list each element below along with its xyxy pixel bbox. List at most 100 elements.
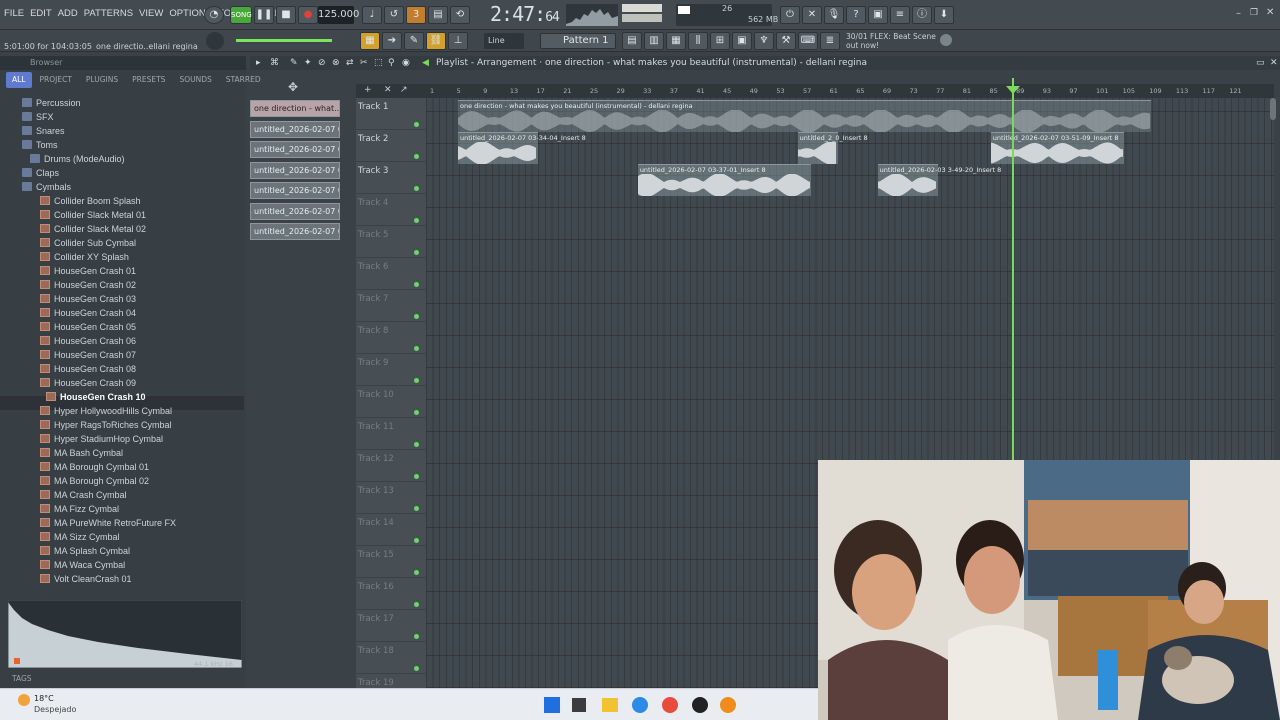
browser-folder[interactable]: Drums (ModeAudio) (30, 152, 125, 166)
track-header[interactable]: Track 9 (356, 354, 426, 386)
picker-clip[interactable]: one direction - what... (250, 100, 340, 117)
audio-clip[interactable]: untitled_2026-02-07 03-34-04_Insert 8 (458, 132, 586, 164)
menu-add[interactable]: ADD (58, 8, 78, 19)
track-mute-led[interactable] (414, 634, 419, 639)
playback-icon[interactable]: ◉ (402, 56, 410, 70)
main-pitch-slider[interactable] (236, 39, 332, 42)
browser-sample[interactable]: MA Borough Cymbal 02 (40, 474, 149, 488)
browser-sample[interactable]: MA Splash Cymbal (40, 544, 130, 558)
browser-sample[interactable]: HouseGen Crash 10 (46, 390, 146, 404)
track-header[interactable]: Track 15 (356, 546, 426, 578)
wait-input-icon[interactable]: ↺ (384, 6, 404, 24)
link-icon[interactable]: ⛓ (426, 32, 446, 50)
playhead-marker-icon[interactable] (1006, 86, 1020, 94)
browser-folder[interactable]: SFX (22, 110, 54, 124)
track-header[interactable]: Track 3 (356, 162, 426, 194)
browser-sample[interactable]: HouseGen Crash 04 (40, 306, 136, 320)
track-mute-led[interactable] (414, 314, 419, 319)
browser-sample[interactable]: HouseGen Crash 08 (40, 362, 136, 376)
browser-sample[interactable]: Collider XY Splash (40, 250, 129, 264)
weather-description[interactable]: Despejado (34, 705, 76, 714)
audio-clip[interactable]: untitled_2026-02-03 3-49-20_Insert 8 (877, 164, 1001, 196)
close-track-icon[interactable]: ✕ (384, 85, 392, 95)
mixer-window-icon[interactable]: ⫼ (688, 32, 708, 50)
metronome-icon[interactable]: ♩ (362, 6, 382, 24)
browser-tab-plugins[interactable]: PLUGINS (80, 72, 124, 88)
browser-folder[interactable]: Cymbals (22, 180, 71, 194)
browser-sample[interactable]: MA Waca Cymbal (40, 558, 125, 572)
track-header[interactable]: Track 8 (356, 322, 426, 354)
tags-label[interactable]: TAGS (12, 674, 32, 683)
track-header[interactable]: Track 14 (356, 514, 426, 546)
magnet-icon[interactable]: ⌘ (270, 56, 279, 70)
picker-clip[interactable]: untitled_2026-02-07 03-... (250, 223, 340, 240)
track-header[interactable]: Track 12 (356, 450, 426, 482)
browser-tab-project[interactable]: PROJECT (34, 72, 78, 88)
download-icon[interactable]: ⬇ (934, 6, 954, 24)
track-mute-led[interactable] (414, 154, 419, 159)
pattern-select[interactable]: Pattern 1 (540, 33, 616, 49)
zoom-icon[interactable]: ⚲ (388, 56, 395, 70)
record-button[interactable]: ● (298, 6, 318, 24)
browser-sample[interactable]: Collider Sub Cymbal (40, 236, 136, 250)
playhead[interactable] (1012, 78, 1014, 464)
maximize-icon[interactable]: ❐ (1250, 8, 1258, 18)
track-mute-led[interactable] (414, 250, 419, 255)
file-explorer-icon[interactable] (602, 698, 618, 712)
select-icon[interactable]: ⬚ (374, 56, 383, 70)
track-header[interactable]: Track 18 (356, 642, 426, 674)
browser-tab-all[interactable]: ALL (6, 72, 32, 88)
track-header[interactable]: Track 5 (356, 226, 426, 258)
track-header[interactable]: Track 7 (356, 290, 426, 322)
stop-button[interactable]: ■ (276, 6, 296, 24)
save-icon[interactable]: ▣ (868, 6, 888, 24)
browser-sample[interactable]: HouseGen Crash 06 (40, 334, 136, 348)
picker-clip[interactable]: untitled_2026-02-07 03-... (250, 202, 340, 220)
playlist-scrollbar[interactable] (1270, 98, 1276, 120)
global-clock-icon[interactable]: ◔ (204, 6, 224, 24)
mixer-icon[interactable]: ≡ (890, 6, 910, 24)
browser-sample[interactable]: MA Crash Cymbal (40, 488, 127, 502)
browser-tab-sounds[interactable]: SOUNDS (173, 72, 217, 88)
track-mute-led[interactable] (414, 346, 419, 351)
pencil-icon[interactable]: ✎ (290, 56, 298, 70)
menu-view[interactable]: VIEW (139, 8, 163, 19)
browser-sample[interactable]: Volt CleanCrash 01 (40, 572, 132, 586)
track-mute-led[interactable] (414, 538, 419, 543)
undo-history-icon[interactable]: ⏻ (780, 6, 800, 24)
track-mute-led[interactable] (414, 442, 419, 447)
track-header[interactable]: Track 2 (356, 130, 426, 162)
draw-tool-icon[interactable]: ✎ (404, 32, 424, 50)
audio-clip[interactable]: one direction - what makes you beautiful… (458, 100, 1151, 132)
piano-roll-icon[interactable]: ▥ (644, 32, 664, 50)
playlist-maximize-icon[interactable]: ▭ (1256, 56, 1265, 70)
browser-sample[interactable]: HouseGen Crash 03 (40, 292, 136, 306)
track-mute-led[interactable] (414, 602, 419, 607)
browser-sample[interactable]: HouseGen Crash 02 (40, 278, 136, 292)
account-icon[interactable] (940, 34, 952, 46)
audio-clip[interactable]: untitled_2_0_Insert 8 (797, 132, 868, 164)
picker-clip[interactable]: untitled_2026-02-07 03-... (250, 120, 340, 138)
step-edit-icon[interactable]: ▤ (428, 6, 448, 24)
track-mute-led[interactable] (414, 570, 419, 575)
loop-record-icon[interactable]: ⟲ (450, 6, 470, 24)
countdown-icon[interactable]: 3 (406, 6, 426, 24)
tools-icon[interactable]: ✕ (802, 6, 822, 24)
app-icon[interactable] (692, 697, 708, 713)
track-mute-led[interactable] (414, 378, 419, 383)
browser-sample[interactable]: MA Fizz Cymbal (40, 502, 119, 516)
arrangement-play-icon[interactable]: ◀ (422, 56, 429, 70)
track-mute-led[interactable] (414, 474, 419, 479)
pattern-song-toggle[interactable]: SONG (230, 6, 252, 24)
browser-sample[interactable]: HouseGen Crash 07 (40, 348, 136, 362)
play-button[interactable]: ❚❚ (254, 6, 274, 24)
main-volume-knob[interactable] (206, 32, 224, 50)
diagonal-arrow-icon[interactable]: ↗ (400, 85, 408, 95)
plugin-icon[interactable]: ♆ (754, 32, 774, 50)
start-icon[interactable] (544, 697, 560, 713)
timeline-ruler[interactable]: 1 5 9 13 17 21 25 29 33 37 41 45 49 53 57 61 65 69 73 77 81 8… (426, 84, 1274, 98)
channel-rack-icon[interactable]: ▦ (666, 32, 686, 50)
browser-window-icon[interactable]: ▣ (732, 32, 752, 50)
news-icon[interactable]: ≣ (820, 32, 840, 50)
plugin-picker-icon[interactable]: ⊞ (710, 32, 730, 50)
